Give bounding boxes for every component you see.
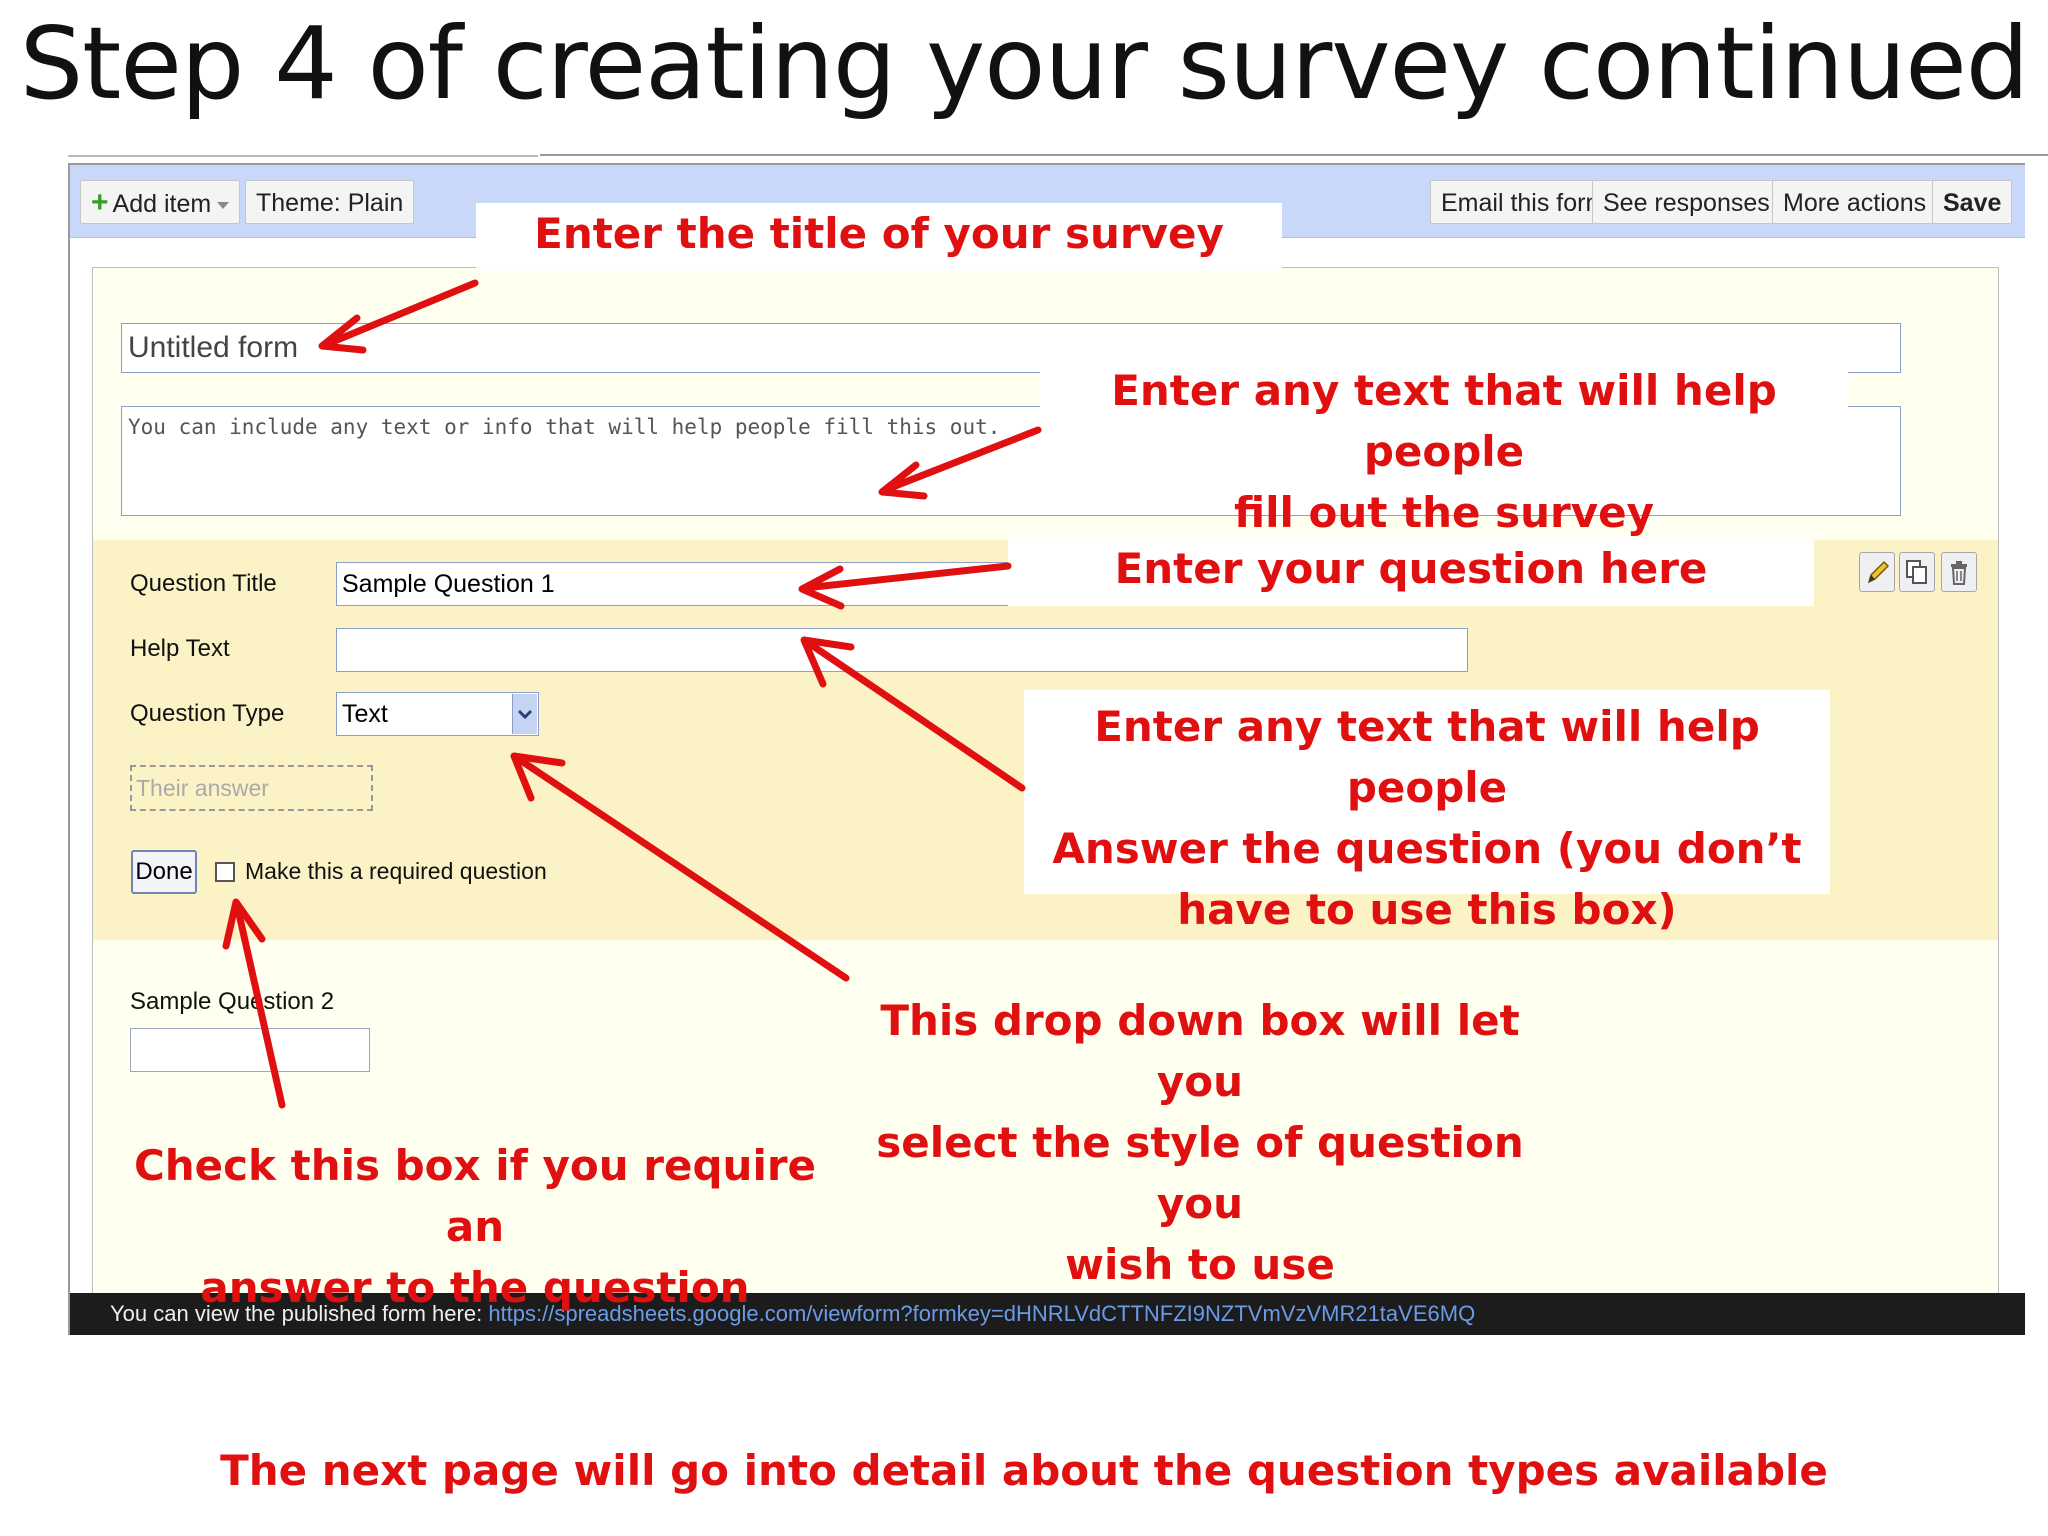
duplicate-icon[interactable] — [1899, 552, 1935, 592]
plus-icon: + — [91, 186, 109, 219]
callout-question: Enter your question here — [1008, 538, 1814, 606]
trash-icon[interactable] — [1941, 552, 1977, 592]
divider — [540, 154, 2048, 156]
chevron-down-icon[interactable] — [512, 694, 537, 734]
answer-preview: Their answer — [130, 765, 373, 811]
required-checkbox[interactable] — [215, 862, 235, 882]
footer-note: The next page will go into detail about … — [220, 1446, 1828, 1495]
question-title-label: Question Title — [130, 570, 277, 597]
slide-title: Step 4 of creating your survey continued — [19, 5, 2030, 122]
see-responses-button[interactable]: See responses — [1592, 180, 1799, 224]
theme-button[interactable]: Theme: Plain — [245, 180, 415, 224]
divider — [68, 155, 538, 157]
question-type-label: Question Type — [130, 700, 285, 727]
add-item-button[interactable]: + Add item — [80, 180, 241, 224]
dropdown-arrow-icon — [217, 201, 230, 209]
callout-description: Enter any text that will help people fil… — [1040, 360, 1848, 537]
callout-required: Check this box if you require an answer … — [133, 1141, 817, 1312]
save-button[interactable]: Save — [1932, 180, 2013, 224]
more-actions-button[interactable]: More actions — [1772, 180, 1956, 224]
help-text-input[interactable] — [336, 628, 1468, 672]
required-label: Make this a required question — [245, 858, 547, 884]
callout-dropdown: This drop down box will let you select t… — [876, 996, 1524, 1289]
question-2-title: Sample Question 2 — [130, 988, 335, 1015]
pencil-icon[interactable] — [1859, 552, 1895, 592]
question-2-input[interactable] — [130, 1028, 370, 1072]
callout-help-text: Enter any text that will help people Ans… — [1024, 690, 1830, 934]
email-form-button[interactable]: Email this form — [1430, 180, 1618, 224]
callout-title: Enter the title of your survey — [476, 203, 1282, 271]
done-button[interactable]: Done — [131, 850, 197, 894]
help-text-label: Help Text — [130, 635, 230, 662]
question-type-select[interactable]: Text — [336, 692, 539, 736]
